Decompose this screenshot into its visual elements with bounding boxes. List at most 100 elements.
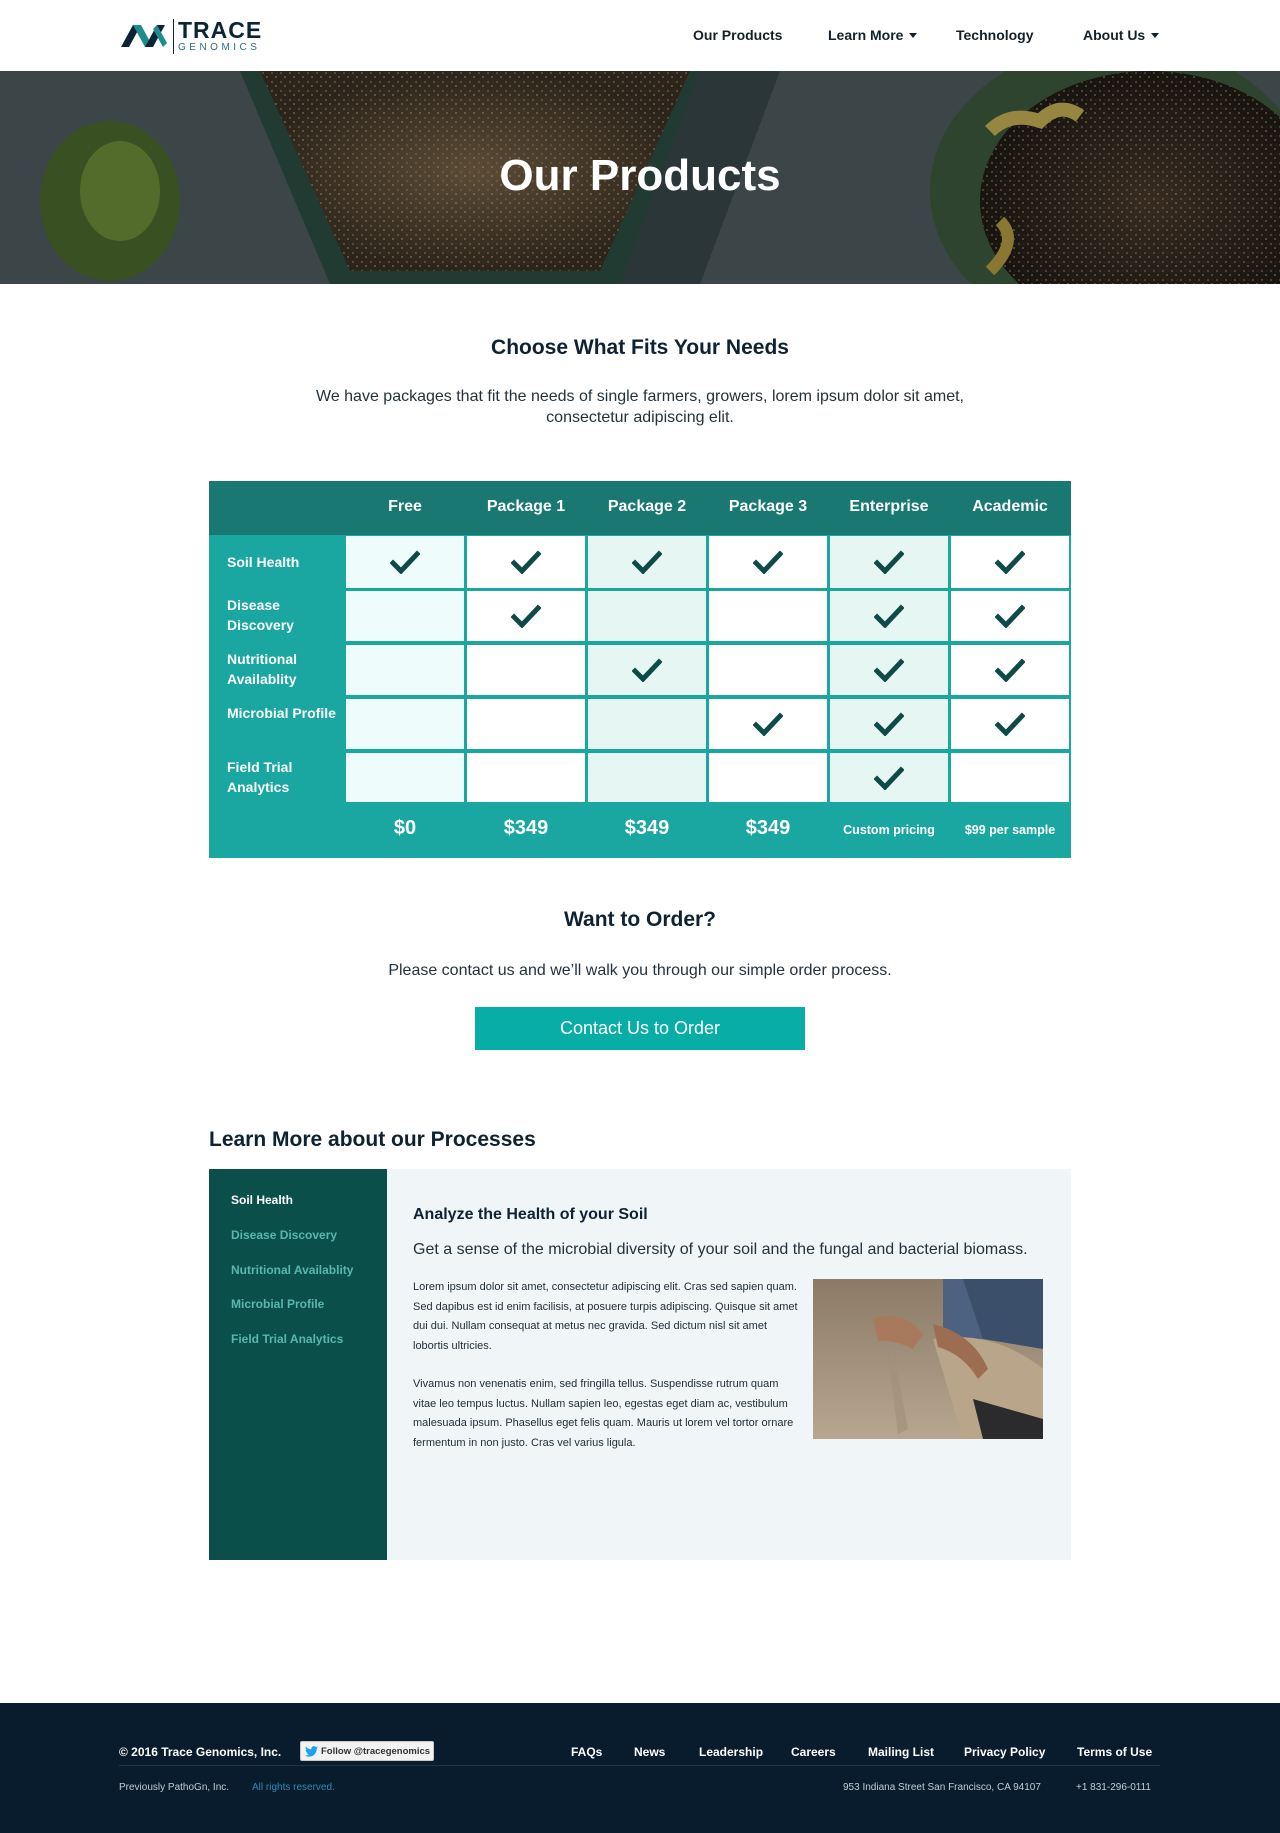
- feature-cell: [467, 753, 585, 802]
- feature-cell: [709, 645, 827, 695]
- footer-link-careers[interactable]: Careers: [791, 1745, 836, 1759]
- intro-text: We have packages that fit the needs of s…: [316, 388, 964, 426]
- checkmark-icon: [753, 550, 783, 574]
- feature-cell: [951, 645, 1069, 695]
- contact-to-order-button[interactable]: Contact Us to Order: [475, 1007, 805, 1050]
- feature-cell: [830, 536, 948, 588]
- checkmark-icon: [753, 712, 783, 736]
- process-content-panel: Analyze the Health of your Soil Get a se…: [387, 1169, 1071, 1560]
- site-header: TRACE GENOMICS Our Products Learn More T…: [0, 0, 1280, 71]
- feature-cell: [709, 699, 827, 749]
- feature-cell: [588, 645, 706, 695]
- page: TRACE GENOMICS Our Products Learn More T…: [0, 0, 1280, 1833]
- feature-cell: [467, 536, 585, 588]
- checkmark-icon: [995, 712, 1025, 736]
- process-heading: Analyze the Health of your Soil: [413, 1206, 648, 1223]
- feature-cell: [467, 591, 585, 641]
- feature-cell: [709, 591, 827, 641]
- column-header-package-2: Package 2: [607, 498, 687, 515]
- pricing-table: Free Package 1 Package 2 Package 3 Enterpris…: [209, 481, 1071, 858]
- price-package-1: $349: [503, 817, 549, 839]
- price-academic: $99 per sample: [964, 823, 1056, 837]
- feature-cell: [346, 645, 464, 695]
- caret-down-icon: [909, 32, 918, 38]
- soil-hands-photo: [813, 1279, 1043, 1439]
- feature-cell: [346, 753, 464, 802]
- nav-label: Learn More: [828, 27, 904, 43]
- order-text: Please contact us and we’ll walk you thr…: [388, 962, 892, 979]
- feature-cell: [709, 753, 827, 802]
- checkmark-icon: [874, 604, 904, 628]
- feature-cell: [346, 536, 464, 588]
- price-package-3: $349: [745, 817, 791, 839]
- feature-cell: [951, 753, 1069, 802]
- footer-link-news[interactable]: News: [634, 1745, 665, 1759]
- feature-cell: [951, 699, 1069, 749]
- site-footer: © 2016 Trace Genomics, Inc. Follow @trac…: [0, 1703, 1280, 1833]
- footer-link-terms-of-use[interactable]: Terms of Use: [1077, 1745, 1152, 1759]
- twitter-bird-icon: [305, 1745, 318, 1757]
- intro-title: Choose What Fits Your Needs: [491, 336, 789, 359]
- hero-title: Our Products: [499, 151, 781, 200]
- row-label-microbial-profile: Microbial Profile: [227, 705, 336, 721]
- checkmark-icon: [874, 658, 904, 682]
- feature-cell: [467, 699, 585, 749]
- process-paragraph: Lorem ipsum dolor sit amet, consectetur …: [413, 1281, 798, 1352]
- order-title: Want to Order?: [563, 908, 717, 931]
- footer-link-leadership[interactable]: Leadership: [699, 1745, 763, 1759]
- process-tab-field-trial-analytics[interactable]: Field Trial Analytics: [231, 1332, 343, 1346]
- main-nav: Our Products Learn More Technology About…: [0, 27, 1280, 47]
- row-label-field-trial-analytics: Field Trial Analytics: [227, 759, 293, 795]
- feature-cell: [830, 645, 948, 695]
- process-tab-disease-discovery[interactable]: Disease Discovery: [231, 1228, 337, 1242]
- process-paragraph: Vivamus non venenatis enim, sed fringill…: [413, 1378, 794, 1449]
- process-tab-nutritional-availablity[interactable]: Nutritional Availablity: [231, 1263, 353, 1277]
- hero-banner: Our Products: [0, 71, 1280, 284]
- footer-previously: Previously PathoGn, Inc.: [119, 1782, 230, 1793]
- process-subheading: Get a sense of the microbial diversity o…: [413, 1241, 1028, 1258]
- nav-about-us[interactable]: About Us: [1083, 27, 1160, 43]
- footer-link-faqs[interactable]: FAQs: [571, 1745, 602, 1759]
- nav-label: About Us: [1083, 27, 1146, 43]
- feature-cell: [588, 753, 706, 802]
- footer-link-mailing-list[interactable]: Mailing List: [868, 1745, 934, 1759]
- price-enterprise: Custom pricing: [843, 823, 935, 837]
- footer-divider: [119, 1765, 1160, 1766]
- checkmark-icon: [995, 604, 1025, 628]
- row-label-disease-discovery: Disease Discovery: [227, 597, 294, 633]
- footer-phone: +1 831-296-0111: [1076, 1782, 1151, 1793]
- footer-copyright: © 2016 Trace Genomics, Inc.: [119, 1745, 282, 1759]
- column-header-academic: Academic: [972, 498, 1048, 515]
- process-tab-soil-health[interactable]: Soil Health: [231, 1193, 293, 1207]
- feature-cell: [346, 699, 464, 749]
- checkmark-icon: [511, 604, 541, 628]
- caret-down-icon: [1151, 32, 1160, 38]
- checkmark-icon: [874, 712, 904, 736]
- checkmark-icon: [390, 550, 420, 574]
- nav-our-products[interactable]: Our Products: [693, 27, 782, 43]
- feature-cell: [951, 591, 1069, 641]
- soil-photo-image: [813, 1279, 1043, 1439]
- checkmark-icon: [632, 550, 662, 574]
- process-tab-microbial-profile[interactable]: Microbial Profile: [231, 1297, 324, 1311]
- checkmark-icon: [511, 550, 541, 574]
- footer-address: 953 Indiana Street San Francisco, CA 941…: [843, 1782, 1041, 1793]
- twitter-follow-label: Follow @tracegenomics: [321, 1745, 431, 1757]
- nav-learn-more[interactable]: Learn More: [828, 27, 918, 43]
- checkmark-icon: [632, 658, 662, 682]
- column-header-package-1: Package 1: [486, 498, 566, 515]
- checkmark-icon: [995, 658, 1025, 682]
- feature-cell: [830, 699, 948, 749]
- twitter-follow-button[interactable]: Follow @tracegenomics: [300, 1741, 434, 1761]
- feature-cell: [467, 645, 585, 695]
- nav-label: Technology: [956, 27, 1034, 43]
- feature-cell: [588, 699, 706, 749]
- feature-cell: [346, 591, 464, 641]
- footer-link-privacy-policy[interactable]: Privacy Policy: [964, 1745, 1045, 1759]
- feature-cell: [830, 753, 948, 802]
- feature-cell: [588, 591, 706, 641]
- price-package-2: $349: [624, 817, 670, 839]
- nav-technology[interactable]: Technology: [956, 27, 1034, 43]
- feature-cell: [951, 536, 1069, 588]
- feature-cell: [709, 536, 827, 588]
